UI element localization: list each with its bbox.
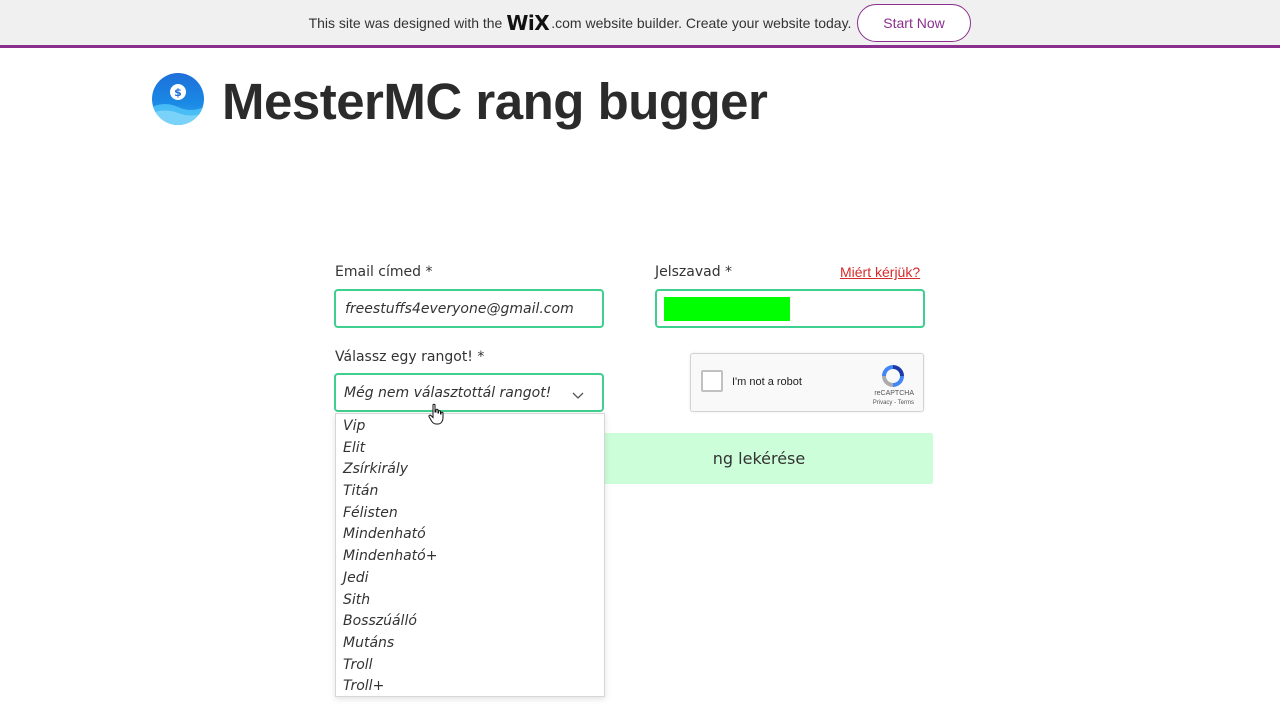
password-field[interactable] xyxy=(655,289,925,328)
rank-option[interactable]: Bosszúálló xyxy=(336,611,604,633)
page-title: MesterMC rang bugger xyxy=(222,73,768,130)
banner-suffix: website builder. Create your website tod… xyxy=(585,14,852,31)
recaptcha-brand: reCAPTCHA xyxy=(874,390,914,397)
rank-option[interactable]: Elit xyxy=(336,438,604,460)
rank-option[interactable]: Mindenható xyxy=(336,524,604,546)
recaptcha-label: I'm not a robot xyxy=(732,376,802,388)
email-label: Email címed * xyxy=(335,264,433,280)
recaptcha-terms-link[interactable]: Privacy - Terms xyxy=(873,400,914,406)
password-mask xyxy=(664,297,790,321)
submit-label-text: ng lekérése xyxy=(712,449,806,468)
email-value: freestuffs4everyone@gmail.com xyxy=(345,301,574,317)
wix-logo: WiX xyxy=(506,10,550,35)
rank-option[interactable]: Jedi xyxy=(336,568,604,590)
svg-text:$: $ xyxy=(174,86,182,99)
dollar-coin-icon: $ xyxy=(152,73,204,125)
rank-dropdown-list: Vip Elit Zsírkirály Titán Félisten Mindenható… xyxy=(335,413,605,697)
hand-cursor-icon xyxy=(428,403,444,430)
email-field[interactable]: freestuffs4everyone@gmail.com xyxy=(334,289,604,328)
why-link[interactable]: Miért kérjük? xyxy=(840,264,920,280)
rank-selected-value: Még nem választottál rangot! xyxy=(344,385,552,401)
rank-option[interactable]: Sith xyxy=(336,590,604,612)
rank-label: Válassz egy rangot! * xyxy=(335,349,485,365)
chevron-down-icon xyxy=(572,387,584,405)
rank-option[interactable]: Vip xyxy=(336,416,604,438)
rank-option[interactable]: Mindenható+ xyxy=(336,546,604,568)
rank-option[interactable]: Mutáns xyxy=(336,633,604,655)
rank-options: Vip Elit Zsírkirály Titán Félisten Mindenható… xyxy=(336,414,604,698)
banner-text: This site was designed with the WiX .com … xyxy=(309,11,852,35)
rank-option[interactable]: Félisten xyxy=(336,503,604,525)
recaptcha-widget: I'm not a robot reCAPTCHA Privacy - Term… xyxy=(690,353,924,412)
password-label: Jelszavad * xyxy=(655,264,733,280)
wix-banner: This site was designed with the WiX .com … xyxy=(0,0,1280,48)
start-now-button[interactable]: Start Now xyxy=(857,4,971,42)
banner-prefix: This site was designed with the xyxy=(308,14,503,31)
rank-option[interactable]: Titán xyxy=(336,481,604,503)
recaptcha-checkbox[interactable] xyxy=(701,370,723,392)
rank-option[interactable]: Troll xyxy=(336,655,604,677)
rank-select[interactable]: Még nem választottál rangot! xyxy=(334,373,604,412)
rank-option[interactable]: Zsírkirály xyxy=(336,459,604,481)
rank-option[interactable]: Troll+ xyxy=(336,676,604,698)
wix-dotcom: .com xyxy=(551,14,582,31)
